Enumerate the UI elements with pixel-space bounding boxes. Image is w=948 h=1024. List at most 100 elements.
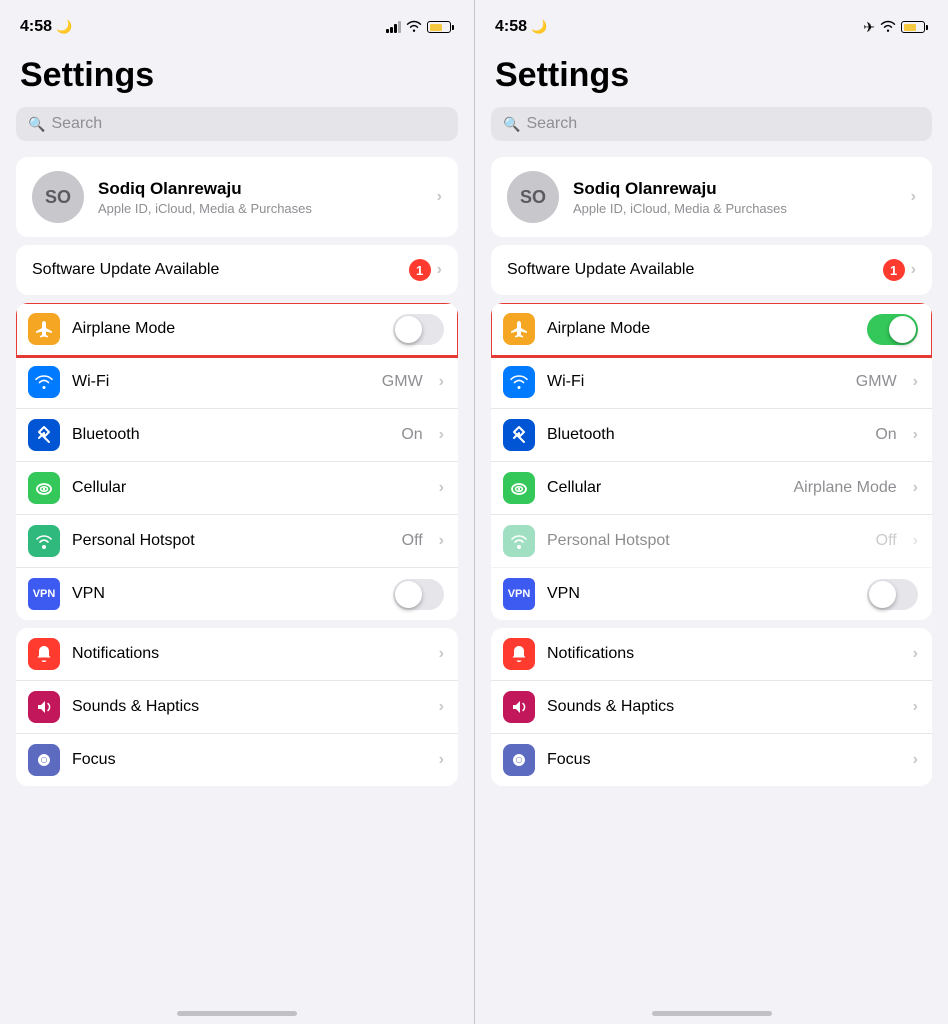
airplane-mode-toggle-left[interactable] bbox=[393, 314, 444, 345]
software-update-card-left[interactable]: Software Update Available 1 › bbox=[16, 245, 458, 295]
cellular-row-icon-left bbox=[28, 472, 60, 504]
chevron-icon-left-update: › bbox=[437, 261, 442, 279]
vpn-row-right[interactable]: VPN VPN bbox=[491, 568, 932, 620]
focus-row-left[interactable]: Focus › bbox=[16, 734, 458, 786]
airplane-mode-icon-right bbox=[503, 313, 535, 345]
wifi-label-left: Wi-Fi bbox=[72, 373, 370, 391]
time-left: 4:58 🌙 bbox=[20, 18, 72, 36]
moon-icon-right: 🌙 bbox=[531, 19, 547, 35]
search-bar-left[interactable]: 🔍 Search bbox=[16, 107, 458, 141]
home-indicator-right bbox=[475, 1011, 948, 1024]
wifi-row-icon-right bbox=[503, 366, 535, 398]
battery-icon-right bbox=[901, 21, 928, 33]
airplane-mode-label-left: Airplane Mode bbox=[72, 320, 381, 338]
software-update-row-left[interactable]: Software Update Available 1 › bbox=[16, 245, 458, 295]
hotspot-label-right: Personal Hotspot bbox=[547, 532, 864, 550]
avatar-right: SO bbox=[507, 171, 559, 223]
vpn-row-left[interactable]: VPN VPN bbox=[16, 568, 458, 620]
wifi-value-left: GMW bbox=[382, 373, 423, 391]
chevron-sounds-right: › bbox=[913, 698, 918, 716]
status-icons-left bbox=[386, 19, 454, 35]
wifi-icon-right bbox=[880, 19, 896, 35]
wifi-row-right[interactable]: Wi-Fi GMW › bbox=[491, 356, 932, 409]
search-icon-right: 🔍 bbox=[503, 116, 520, 133]
wifi-label-right: Wi-Fi bbox=[547, 373, 844, 391]
hotspot-value-left: Off bbox=[402, 532, 423, 550]
hotspot-row-left[interactable]: Personal Hotspot Off › bbox=[16, 515, 458, 568]
airplane-mode-row-left[interactable]: Airplane Mode bbox=[16, 303, 458, 356]
wifi-row-icon-left bbox=[28, 366, 60, 398]
chevron-bluetooth-left: › bbox=[439, 426, 444, 444]
status-bar-left: 4:58 🌙 bbox=[0, 0, 474, 48]
notifications-row-left[interactable]: Notifications › bbox=[16, 628, 458, 681]
search-placeholder-right: Search bbox=[526, 115, 577, 133]
airplane-icon-right: ✈ bbox=[863, 19, 875, 36]
software-update-card-right[interactable]: Software Update Available 1 › bbox=[491, 245, 932, 295]
profile-sub-right: Apple ID, iCloud, Media & Purchases bbox=[573, 201, 897, 216]
focus-label-left: Focus bbox=[72, 751, 427, 769]
moon-icon-left: 🌙 bbox=[56, 19, 72, 35]
notifications-label-left: Notifications bbox=[72, 645, 427, 663]
notifications-icon-right bbox=[503, 638, 535, 670]
left-phone-panel: 4:58 🌙 Settings 🔍 bbox=[0, 0, 474, 1024]
chevron-wifi-left: › bbox=[439, 373, 444, 391]
chevron-wifi-right: › bbox=[913, 373, 918, 391]
chevron-hotspot-left: › bbox=[439, 532, 444, 550]
search-placeholder-left: Search bbox=[51, 115, 102, 133]
vpn-toggle-right[interactable] bbox=[867, 579, 918, 610]
cellular-row-icon-right bbox=[503, 472, 535, 504]
airplane-mode-row-right[interactable]: Airplane Mode bbox=[491, 303, 932, 356]
right-phone-panel: 4:58 🌙 ✈ Settings 🔍 Search bbox=[474, 0, 948, 1024]
software-update-row-right[interactable]: Software Update Available 1 › bbox=[491, 245, 932, 295]
focus-row-right[interactable]: Focus › bbox=[491, 734, 932, 786]
sounds-row-left[interactable]: Sounds & Haptics › bbox=[16, 681, 458, 734]
chevron-cellular-left: › bbox=[439, 479, 444, 497]
settings-title-right: Settings bbox=[475, 48, 948, 107]
battery-icon-left bbox=[427, 21, 454, 33]
time-right: 4:58 🌙 bbox=[495, 18, 547, 36]
chevron-notifications-left: › bbox=[439, 645, 444, 663]
connectivity-list-left: Airplane Mode Wi-Fi GMW › bbox=[16, 303, 458, 620]
bluetooth-row-icon-left bbox=[28, 419, 60, 451]
sounds-label-right: Sounds & Haptics bbox=[547, 698, 901, 716]
wifi-icon-left bbox=[406, 19, 422, 35]
bluetooth-row-left[interactable]: Bluetooth On › bbox=[16, 409, 458, 462]
bluetooth-label-right: Bluetooth bbox=[547, 426, 863, 444]
bluetooth-value-right: On bbox=[875, 426, 896, 444]
hotspot-row-right[interactable]: Personal Hotspot Off › bbox=[491, 515, 932, 568]
chevron-icon-left-profile: › bbox=[437, 188, 442, 206]
profile-row-left[interactable]: SO Sodiq Olanrewaju Apple ID, iCloud, Me… bbox=[16, 157, 458, 237]
airplane-mode-icon-left bbox=[28, 313, 60, 345]
sounds-icon-right bbox=[503, 691, 535, 723]
profile-row-right[interactable]: SO Sodiq Olanrewaju Apple ID, iCloud, Me… bbox=[491, 157, 932, 237]
notifications-label-right: Notifications bbox=[547, 645, 901, 663]
vpn-toggle-left[interactable] bbox=[393, 579, 444, 610]
profile-card-right[interactable]: SO Sodiq Olanrewaju Apple ID, iCloud, Me… bbox=[491, 157, 932, 237]
cellular-label-left: Cellular bbox=[72, 479, 427, 497]
vpn-row-icon-right: VPN bbox=[503, 578, 535, 610]
update-badge-right: 1 bbox=[883, 259, 905, 281]
sounds-label-left: Sounds & Haptics bbox=[72, 698, 427, 716]
notifications-icon-left bbox=[28, 638, 60, 670]
wifi-row-left[interactable]: Wi-Fi GMW › bbox=[16, 356, 458, 409]
focus-icon-right bbox=[503, 744, 535, 776]
profile-name-left: Sodiq Olanrewaju bbox=[98, 179, 423, 199]
software-update-text-left: Software Update Available bbox=[32, 261, 409, 279]
update-badge-left: 1 bbox=[409, 259, 431, 281]
profile-card-left[interactable]: SO Sodiq Olanrewaju Apple ID, iCloud, Me… bbox=[16, 157, 458, 237]
notifications-row-right[interactable]: Notifications › bbox=[491, 628, 932, 681]
bluetooth-row-right[interactable]: Bluetooth On › bbox=[491, 409, 932, 462]
chevron-sounds-left: › bbox=[439, 698, 444, 716]
hotspot-row-icon-left bbox=[28, 525, 60, 557]
wifi-value-right: GMW bbox=[856, 373, 897, 391]
cellular-row-right[interactable]: Cellular Airplane Mode › bbox=[491, 462, 932, 515]
airplane-mode-label-right: Airplane Mode bbox=[547, 320, 855, 338]
airplane-mode-toggle-right[interactable] bbox=[867, 314, 918, 345]
chevron-focus-right: › bbox=[913, 751, 918, 769]
chevron-focus-left: › bbox=[439, 751, 444, 769]
search-bar-right[interactable]: 🔍 Search bbox=[491, 107, 932, 141]
sounds-row-right[interactable]: Sounds & Haptics › bbox=[491, 681, 932, 734]
chevron-cellular-right: › bbox=[913, 479, 918, 497]
chevron-icon-right-update: › bbox=[911, 261, 916, 279]
cellular-row-left[interactable]: Cellular › bbox=[16, 462, 458, 515]
